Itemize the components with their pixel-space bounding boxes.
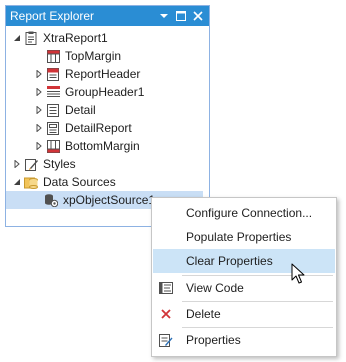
close-icon[interactable]: [191, 9, 205, 23]
tree-item-label: BottomMargin: [65, 139, 140, 153]
detail-report-icon: [46, 121, 60, 135]
report-explorer-panel: Report Explorer XtraReport1 TopMargin Re…: [5, 5, 210, 227]
menu-item-label: Clear Properties: [186, 254, 273, 268]
menu-item-delete[interactable]: Delete: [153, 302, 335, 326]
report-icon: [24, 31, 38, 45]
bottom-margin-icon: [46, 139, 60, 153]
tree-item-label: XtraReport1: [43, 31, 108, 45]
tree-item-label: ReportHeader: [65, 67, 141, 81]
panel-titlebar: Report Explorer: [6, 6, 209, 26]
tree-item-label: xpObjectSource1: [63, 193, 156, 207]
detail-band-icon: [46, 103, 60, 117]
tree-item-root[interactable]: XtraReport1: [6, 29, 209, 47]
context-menu: Configure Connection... Populate Propert…: [151, 197, 337, 357]
menu-item-label: View Code: [186, 281, 244, 295]
menu-item-label: Properties: [186, 333, 241, 347]
menu-item-clear-properties[interactable]: Clear Properties: [153, 249, 335, 273]
tree-item-band[interactable]: GroupHeader1: [6, 83, 209, 101]
tree-item-label: Detail: [65, 103, 96, 117]
tree-item-label: DetailReport: [65, 121, 132, 135]
pin-dropdown-icon[interactable]: [157, 9, 171, 23]
tree-item-label: Styles: [43, 157, 76, 171]
report-header-icon: [46, 67, 60, 81]
expand-arrow-icon[interactable]: [34, 101, 44, 119]
tree-item-data-sources[interactable]: Data Sources: [6, 173, 209, 191]
expand-arrow-icon[interactable]: [34, 119, 44, 137]
collapse-arrow-icon[interactable]: [12, 29, 22, 47]
tree-item-label: GroupHeader1: [65, 85, 145, 99]
tree-item-band[interactable]: TopMargin: [6, 47, 209, 65]
delete-icon: [159, 307, 173, 321]
maximize-icon[interactable]: [174, 9, 188, 23]
tree-item-label: TopMargin: [65, 49, 122, 63]
properties-icon: [159, 333, 173, 347]
menu-item-label: Populate Properties: [186, 230, 292, 244]
view-code-icon: [159, 281, 173, 295]
menu-item-populate-properties[interactable]: Populate Properties: [153, 225, 335, 249]
group-header-icon: [46, 85, 60, 99]
expand-arrow-icon[interactable]: [34, 137, 44, 155]
tree-item-band[interactable]: Detail: [6, 101, 209, 119]
panel-title: Report Explorer: [10, 9, 95, 23]
tree-item-label: Data Sources: [43, 175, 116, 189]
expand-arrow-icon[interactable]: [34, 65, 44, 83]
menu-item-label: Delete: [186, 307, 221, 321]
menu-item-label: Configure Connection...: [186, 206, 313, 220]
collapse-arrow-icon[interactable]: [12, 173, 22, 191]
data-sources-icon: [24, 175, 38, 189]
mouse-cursor-icon: [291, 263, 307, 285]
menu-item-view-code[interactable]: View Code: [153, 276, 335, 300]
expand-arrow-icon[interactable]: [12, 155, 22, 173]
top-margin-icon: [46, 49, 60, 63]
menu-item-configure-connection[interactable]: Configure Connection...: [153, 201, 335, 225]
tree-item-band[interactable]: ReportHeader: [6, 65, 209, 83]
tree-item-styles[interactable]: Styles: [6, 155, 209, 173]
menu-item-properties[interactable]: Properties: [153, 328, 335, 352]
expand-arrow-icon[interactable]: [34, 83, 44, 101]
tree-item-band[interactable]: BottomMargin: [6, 137, 209, 155]
tree-item-band[interactable]: DetailReport: [6, 119, 209, 137]
xpo-data-source-icon: [44, 193, 58, 207]
styles-icon: [24, 157, 38, 171]
